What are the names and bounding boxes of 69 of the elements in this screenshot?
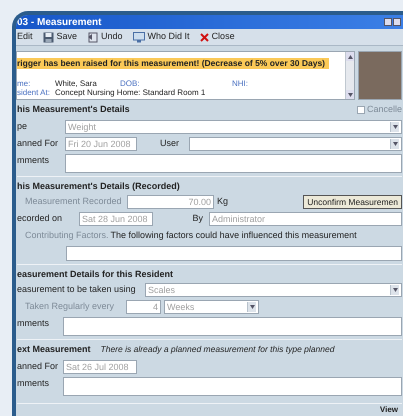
toolbar-button[interactable]: Close: [200, 30, 235, 44]
user-label: User: [158, 136, 180, 150]
measurement-method-label: easurement to be taken using: [17, 283, 137, 296]
name-label: me:: [17, 79, 32, 88]
planned-for-label: anned For: [17, 360, 60, 373]
contributing-factors-label: Contributing Factors.: [25, 229, 109, 242]
cancelled-checkbox[interactable]: [356, 106, 365, 114]
scroll-down-button[interactable]: [346, 90, 354, 99]
cancelled-label: Cancelle: [366, 103, 402, 116]
by-label: By: [191, 212, 204, 226]
next-planned-date-field[interactable]: Sat 26 Jul 2008: [63, 360, 137, 374]
frequency-field[interactable]: 4: [126, 300, 161, 314]
nhi-label: NHI:: [232, 79, 248, 88]
dropdown-button[interactable]: [247, 302, 256, 312]
comments-field[interactable]: [65, 154, 402, 172]
section-heading: his Measurement's Details (Recorded): [17, 180, 181, 193]
type-dropdown[interactable]: Weight: [65, 120, 402, 134]
frequency-label: Taken Regularly every: [24, 300, 116, 314]
toolbar-button[interactable]: Edit: [17, 30, 33, 44]
section-heading: easurement Details for this Resident: [17, 268, 174, 280]
contributing-factors-field[interactable]: [66, 246, 402, 260]
method-dropdown[interactable]: Scales: [145, 283, 402, 297]
maximize-button[interactable]: [393, 18, 401, 26]
photo-placeholder: [358, 51, 402, 100]
dropdown-button[interactable]: [390, 138, 399, 148]
recorded-on-label: ecorded on: [17, 212, 64, 226]
comments-field[interactable]: [63, 317, 402, 336]
caret-icon: [392, 288, 398, 292]
toolbar-button[interactable]: Who Did It: [132, 30, 190, 44]
period-dropdown[interactable]: Weeks: [164, 300, 259, 314]
measurement-value-field[interactable]: 70.00: [127, 195, 214, 209]
dropdown-button[interactable]: [390, 122, 399, 132]
recorded-by-field[interactable]: Administrator: [209, 212, 402, 226]
resident-location: Concept Nursing Home: Standard Room 1: [55, 88, 206, 97]
scroll-up-button[interactable]: [346, 52, 354, 61]
document-icon: [87, 32, 98, 42]
comments-label: mments: [17, 317, 50, 330]
down-arrow-icon: [348, 92, 352, 96]
toolbar-button[interactable]: Undo: [87, 30, 123, 44]
close-icon: [200, 32, 209, 42]
measurement-recorded-label: Measurement Recorded: [24, 195, 123, 208]
section-heading: his Measurement's Details: [17, 103, 130, 116]
dropdown-button[interactable]: [390, 285, 399, 295]
window-title: 03 - Measurement: [16, 16, 102, 30]
recorded-date-field[interactable]: Sat 28 Jun 2008: [79, 212, 153, 226]
section-heading: ext Measurement: [17, 343, 91, 356]
monitor-icon: [132, 32, 145, 42]
caret-icon: [392, 124, 398, 128]
alert-banner: rigger has been raised for this measurement! (Decrease of 5% over 30 Days): [17, 58, 330, 69]
view-label[interactable]: View: [380, 404, 398, 416]
comments-label: mments: [17, 154, 50, 166]
scrollbar[interactable]: [345, 52, 354, 99]
unconfirm-button[interactable]: Unconfirm Measuremen: [303, 195, 402, 209]
contributing-factors-note: The following factors could have influenced this measurement: [110, 229, 357, 242]
unit-label: Kg: [217, 195, 230, 208]
caret-icon: [250, 305, 254, 309]
up-arrow-icon: [348, 54, 352, 58]
comments-label: mments: [17, 376, 50, 390]
planned-for-label: anned For: [17, 136, 60, 150]
type-label: pe: [17, 120, 28, 133]
toolbar-button[interactable]: Save: [42, 30, 78, 44]
minimize-button[interactable]: [384, 18, 392, 26]
resident-name: White, Sara: [55, 79, 98, 88]
planned-date-field[interactable]: Fri 20 Jun 2008: [65, 136, 137, 150]
dob-label: DOB:: [120, 79, 141, 88]
caret-icon: [392, 142, 398, 146]
planned-note: There is already a planned measurement for this type planned: [100, 343, 334, 356]
resident-at-label: sident At:: [17, 88, 51, 97]
comments-field[interactable]: [63, 376, 402, 396]
